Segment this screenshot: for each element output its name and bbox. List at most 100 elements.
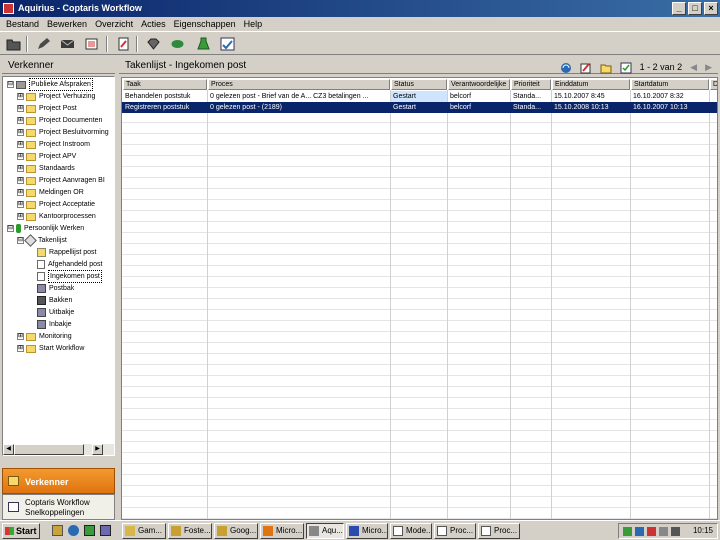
collapse-icon[interactable]: ⊟ [7,225,14,232]
menu-help[interactable]: Help [244,17,263,31]
expand-icon[interactable]: ⊞ [17,189,24,196]
folder-open-icon[interactable] [6,37,21,51]
tree-item[interactable]: ⊟ Persoonlijk Werken [7,223,84,234]
tree-item[interactable]: ⊞ Project Post [17,103,77,114]
taskbar-item[interactable]: Micro... [346,523,388,539]
tree-item[interactable]: Afgehandeld post [37,259,103,270]
expand-icon[interactable]: ⊞ [17,201,24,208]
tree-item[interactable]: Ingekomen post [37,270,102,283]
taskbar-item[interactable]: Foste... [168,523,212,539]
tree-item[interactable]: ⊞ Standaards [17,163,75,174]
taskbar-item[interactable]: Proc... [478,523,520,539]
taskbar-item[interactable]: Mode... [390,523,432,539]
expand-icon[interactable]: ⊞ [17,333,24,340]
pen-icon[interactable] [36,37,51,51]
tree-item[interactable]: Postbak [37,283,74,294]
menu-bestand[interactable]: Bestand [6,17,39,31]
flask-icon[interactable] [196,37,211,51]
collapse-icon[interactable]: ⊟ [7,81,14,88]
tree-item[interactable]: ⊞ Project Documenten [17,115,102,126]
taskbar-item[interactable]: Gam... [122,523,166,539]
menu-overzicht[interactable]: Overzicht [95,17,133,31]
tree-item[interactable]: Bakken [37,295,72,306]
maximize-button[interactable]: □ [688,2,702,15]
leaf-icon[interactable] [170,37,185,51]
expand-icon[interactable]: ⊞ [17,129,24,136]
mail-icon[interactable] [60,37,75,51]
taskbar-item[interactable]: Micro... [260,523,304,539]
column-header-d[interactable]: D [710,79,717,90]
desktop-icon[interactable] [100,525,111,536]
table-row[interactable]: Behandelen poststuk 0 gelezen post - Bri… [122,91,717,102]
nav-shortcuts-button[interactable]: Coptaris Workflow Snelkoppelingen [2,494,115,520]
taskbar-item[interactable]: Proc... [434,523,476,539]
start-button[interactable]: Start [2,523,40,539]
collapse-icon[interactable]: ⊟ [17,237,24,244]
tray-icon[interactable] [623,527,632,536]
network-icon[interactable] [635,527,644,536]
menu-bewerken[interactable]: Bewerken [47,17,87,31]
close-button[interactable]: × [704,2,718,15]
quicklaunch-icon[interactable] [52,525,63,536]
printer-icon[interactable] [671,527,680,536]
edit-icon[interactable] [580,62,592,74]
scroll-thumb[interactable] [14,444,84,455]
minimize-button[interactable]: _ [672,2,686,15]
scroll-right-button[interactable]: ▶ [92,444,103,455]
volume-icon[interactable] [659,527,668,536]
expand-icon[interactable]: ⊞ [17,141,24,148]
expand-icon[interactable]: ⊞ [17,105,24,112]
document-edit-icon[interactable] [116,37,131,51]
export-icon[interactable] [620,62,632,74]
column-header-verantwoordelijke[interactable]: Verantwoordelijke [448,79,510,90]
browser-icon[interactable] [68,525,79,536]
tree-item[interactable]: ⊞ Kantoorprocessen [17,211,96,222]
tree-item[interactable]: Rappellijst post [37,247,96,258]
list-icon[interactable] [84,37,99,51]
tree-item[interactable]: ⊞ Meldingen OR [17,187,84,198]
expand-icon[interactable]: ⊞ [17,117,24,124]
tree-item[interactable]: ⊞ Project Besluitvorming [17,127,109,138]
tree-item[interactable]: ⊞ Start Workflow [17,343,84,354]
task-grid[interactable]: Taak Proces Status Verantwoordelijke Pri… [121,77,718,520]
expand-icon[interactable]: ⊞ [17,153,24,160]
folder-tree[interactable]: ⊟ Publieke Afspraken ⊞ Project Verhuizing … [2,76,115,456]
scroll-left-button[interactable]: ◀ [3,444,14,455]
tree-horizontal-scrollbar[interactable]: ◀ ▶ [3,444,114,455]
column-header-status[interactable]: Status [391,79,447,90]
menu-acties[interactable]: Acties [141,17,166,31]
expand-icon[interactable]: ⊞ [17,177,24,184]
tree-item[interactable]: ⊞ Project APV [17,151,76,162]
expand-icon[interactable]: ⊞ [17,213,24,220]
table-row-selected[interactable]: Registreren poststuk 0 gelezen post - (2… [122,102,717,113]
gem-icon[interactable] [146,37,161,51]
previous-page-icon[interactable]: ◀ [690,59,697,76]
nav-verkenner-button[interactable]: Verkenner [2,468,115,494]
tree-item[interactable]: ⊞ Project Aanvragen BI [17,175,105,186]
tree-item[interactable]: ⊞ Monitoring [17,331,72,342]
column-header-prioriteit[interactable]: Prioriteit [511,79,551,90]
expand-icon[interactable]: ⊞ [17,345,24,352]
column-header-einddatum[interactable]: Einddatum [552,79,630,90]
check-window-icon[interactable] [220,37,235,51]
taskbar-item[interactable]: Goog... [214,523,258,539]
column-header-startdatum[interactable]: Startdatum [631,79,709,90]
tree-item[interactable]: ⊞ Project Instroom [17,139,90,150]
tree-item[interactable]: ⊟ Takenlijst [17,234,67,247]
tree-item[interactable]: Inbakje [37,319,72,330]
column-header-taak[interactable]: Taak [123,79,207,90]
tree-item[interactable]: Uitbakje [37,307,74,318]
tree-item[interactable]: ⊞ Project Verhuizing [17,91,95,102]
open-folder-icon[interactable] [600,62,612,74]
menu-eigenschappen[interactable]: Eigenschappen [174,17,236,31]
column-header-proces[interactable]: Proces [208,79,390,90]
expand-icon[interactable]: ⊞ [17,165,24,172]
antivirus-icon[interactable] [647,527,656,536]
tree-item[interactable]: ⊞ Project Acceptatie [17,199,95,210]
next-page-icon[interactable]: ▶ [705,59,712,76]
refresh-icon[interactable] [560,62,572,74]
tree-item[interactable]: ⊟ Publieke Afspraken [7,78,93,91]
media-icon[interactable] [84,525,95,536]
taskbar-item-active[interactable]: Aqu... [306,523,344,539]
expand-icon[interactable]: ⊞ [17,93,24,100]
